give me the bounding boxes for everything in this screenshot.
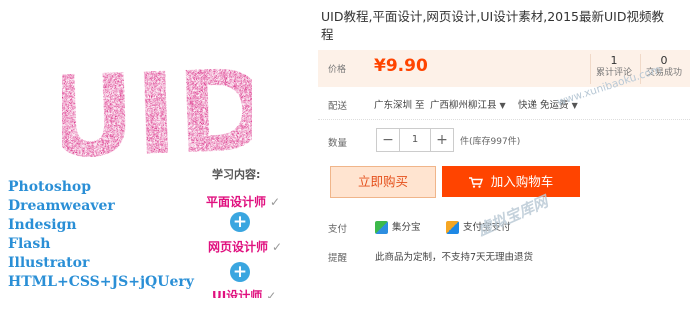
learn-title: 学习内容:	[212, 168, 261, 181]
product-title: UID教程,平面设计,网页设计,UI设计素材,2015最新UID视频教程	[321, 9, 664, 42]
course-item: 平面设计师 ✓	[206, 193, 280, 210]
pay-method-jifenbao: 集分宝	[375, 219, 421, 234]
svg-text:UID: UID	[62, 55, 252, 165]
payment-label: 支付	[328, 224, 348, 235]
course-item: 网页设计师 ✓	[208, 238, 282, 255]
deals-count: 0	[660, 54, 668, 67]
ship-to-select[interactable]: 广西柳州柳江县 ▼	[430, 97, 506, 111]
uid-logo: UID	[62, 55, 252, 165]
divider	[318, 119, 690, 120]
ship-from: 广东深圳 至	[374, 100, 425, 111]
check-icon: ✓	[270, 195, 281, 209]
review-count: 1	[610, 54, 618, 67]
course-label: 网页设计师	[208, 240, 269, 254]
course-item: UI设计师 ✓	[212, 287, 276, 298]
skill-item: Indesign	[8, 217, 77, 233]
course-label: UI设计师	[212, 289, 263, 298]
notice-text: 此商品为定制，不支持7天无理由退货	[375, 252, 534, 263]
price-label: 价格	[328, 65, 347, 75]
skill-item: Flash	[8, 236, 51, 252]
shipping-label: 配送	[328, 101, 348, 112]
check-icon: ✓	[272, 240, 283, 254]
course-label: 平面设计师	[206, 195, 267, 209]
qty-increase-button[interactable]: +	[431, 129, 453, 151]
check-icon: ✓	[266, 289, 277, 298]
quantity-stepper: − 1 +	[376, 128, 454, 152]
skill-list: Photoshop Dreamweaver Indesign Flash Ill…	[8, 178, 194, 292]
cart-icon	[468, 177, 483, 188]
notice-label: 提醒	[328, 253, 348, 264]
qty-decrease-button[interactable]: −	[377, 129, 399, 151]
skill-item: HTML+CSS+JS+jQUery	[8, 274, 194, 290]
buy-now-button[interactable]: 立即购买	[330, 166, 436, 198]
jifenbao-icon	[375, 221, 388, 234]
plus-icon: +	[230, 212, 250, 232]
promo-image: UID Photoshop Dreamweaver Indesign Flash…	[0, 0, 302, 318]
stock-note: 件(库存997件)	[460, 137, 521, 147]
skill-item: Photoshop	[8, 179, 92, 195]
skill-item: Illustrator	[8, 255, 90, 271]
chevron-down-icon: ▼	[499, 101, 506, 110]
qty-input[interactable]: 1	[399, 129, 431, 151]
price-value: ¥9.90	[374, 56, 428, 76]
plus-icon: +	[230, 262, 250, 282]
ship-to-label: 广西柳州柳江县	[430, 100, 497, 111]
skill-item: Dreamweaver	[8, 198, 115, 214]
qty-label: 数量	[328, 138, 348, 149]
pay-method-label: 集分宝	[392, 222, 421, 233]
add-to-cart-label: 加入购物车	[490, 174, 554, 189]
alipay-icon	[446, 221, 459, 234]
add-to-cart-button[interactable]: 加入购物车	[442, 166, 580, 197]
product-panel: UID教程,平面设计,网页设计,UI设计素材,2015最新UID视频教程 价格 …	[318, 0, 690, 318]
